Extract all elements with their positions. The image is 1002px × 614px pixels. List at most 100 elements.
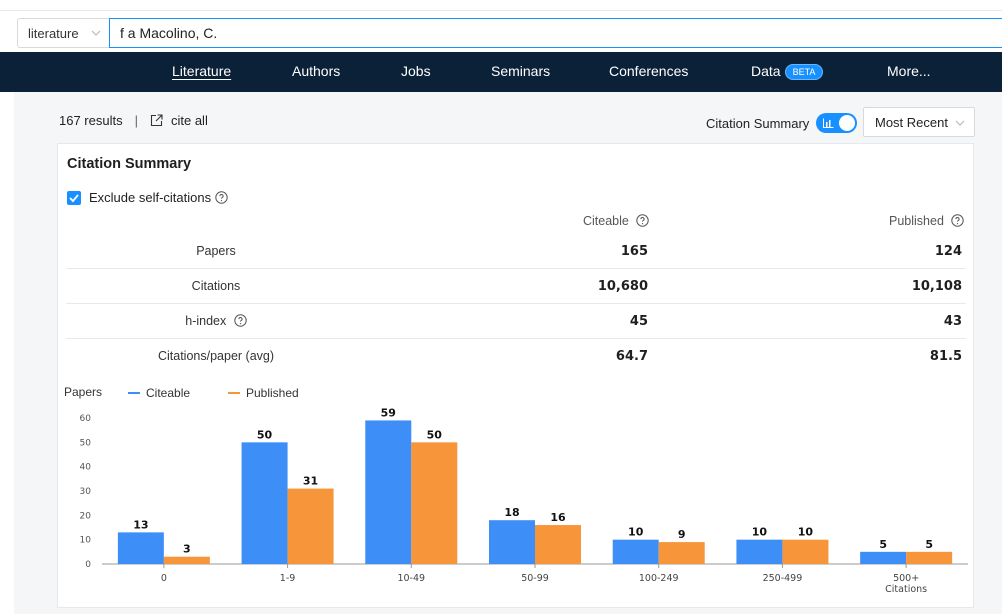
bar-value-label: 10 — [798, 526, 814, 539]
exclude-self-citations-row: Exclude self-citations — [67, 190, 228, 205]
citation-summary-toggle[interactable] — [816, 113, 857, 133]
table-row: Citations 10,680 10,108 — [66, 269, 966, 304]
bar-citeable — [736, 539, 783, 564]
published-value: 81.5 — [929, 349, 962, 364]
h-index-label: h-index — [185, 314, 227, 328]
bar-citeable — [860, 551, 907, 564]
beta-badge: BETA — [784, 64, 824, 80]
help-icon[interactable] — [636, 214, 650, 227]
search-scope-label: literature — [28, 25, 79, 41]
top-strip — [0, 0, 1002, 8]
bar-citeable — [612, 539, 659, 564]
results-separator: | — [134, 113, 138, 128]
bar-citeable — [365, 420, 412, 564]
x-tick-label: 1-9 — [280, 573, 296, 584]
bar-published — [906, 551, 953, 564]
column-header-published-label: Published — [889, 214, 944, 228]
table-row: Citations/paper (avg) 64.7 81.5 — [66, 339, 966, 374]
y-axis-label: Papers — [64, 385, 102, 399]
bar-value-label: 59 — [381, 406, 396, 419]
help-icon[interactable] — [234, 314, 247, 327]
checkmark-icon — [69, 193, 79, 202]
export-icon — [150, 114, 163, 127]
citeable-value: 45 — [629, 314, 648, 329]
citeable-value: 10,680 — [597, 279, 648, 294]
exclude-self-citations-label: Exclude self-citations — [89, 190, 212, 205]
x-tick-label: 0 — [161, 573, 167, 584]
nav-data-label: Data — [751, 63, 781, 79]
nav-data[interactable]: Data BETA — [751, 63, 824, 80]
nav-conferences[interactable]: Conferences — [609, 63, 688, 79]
citeable-value: 64.7 — [615, 349, 648, 364]
nav-literature[interactable]: Literature — [172, 63, 231, 79]
bar-citeable — [489, 520, 535, 564]
bar-published — [163, 556, 210, 564]
x-tick-label: 100-249 — [639, 573, 679, 584]
nav-more[interactable]: More... — [887, 63, 931, 79]
legend-label: Citeable — [146, 386, 190, 400]
chevron-down-icon — [91, 30, 101, 36]
column-header-citeable: Citeable — [583, 214, 650, 228]
bar-value-label: 50 — [427, 428, 443, 441]
x-tick-label: 10-49 — [397, 573, 425, 584]
row-label: Citations — [191, 279, 241, 293]
x-tick-label: 50-99 — [521, 573, 549, 584]
help-icon[interactable] — [215, 191, 228, 204]
published-value: 43 — [943, 314, 962, 329]
citeable-value: 165 — [620, 244, 648, 259]
cite-all-button[interactable]: cite all — [150, 113, 208, 128]
help-icon[interactable] — [951, 214, 965, 227]
results-count: 167 results — [59, 113, 123, 128]
y-tick-label: 20 — [80, 511, 92, 521]
y-tick-label: 40 — [80, 463, 92, 473]
bar-published — [535, 525, 581, 564]
sort-select-value: Most Recent — [875, 114, 948, 130]
bar-value-label: 50 — [257, 428, 273, 441]
chevron-down-icon — [955, 120, 965, 126]
x-tick-label: 250-499 — [763, 573, 803, 584]
nav-authors[interactable]: Authors — [292, 63, 340, 79]
legend-label: Published — [246, 386, 299, 400]
y-tick-label: 50 — [80, 438, 92, 448]
table-row: h-index 45 43 — [66, 304, 966, 339]
bar-value-label: 5 — [879, 538, 887, 551]
bar-value-label: 10 — [752, 526, 768, 539]
left-margin — [0, 92, 14, 614]
nav-jobs[interactable]: Jobs — [401, 63, 431, 79]
bar-value-label: 9 — [678, 528, 686, 541]
bar-value-label: 10 — [628, 526, 644, 539]
search-bar: literature f a Macolino, C. — [0, 10, 1002, 52]
bar-value-label: 5 — [925, 538, 933, 551]
x-tick-label: Citations — [885, 584, 927, 595]
x-tick-label: 500+ — [893, 573, 919, 584]
bar-published — [782, 539, 829, 564]
bar-value-label: 3 — [183, 543, 191, 556]
published-value: 10,108 — [911, 279, 962, 294]
sort-select[interactable]: Most Recent — [863, 107, 975, 137]
bar-chart-icon — [823, 118, 834, 128]
bar-value-label: 18 — [504, 506, 519, 519]
citation-histogram-svg: Papers Citeable Published 0 10 20 30 40 50 60 0 13 3… — [64, 385, 968, 595]
bar-published — [411, 442, 458, 564]
y-tick-label: 60 — [80, 414, 92, 424]
y-tick-label: 30 — [80, 487, 92, 497]
citation-summary-toggle-label: Citation Summary — [706, 116, 810, 131]
table-row: Papers 165 124 — [66, 234, 966, 269]
search-query: f a Macolino, C. — [120, 25, 218, 41]
column-header-citeable-label: Citeable — [583, 214, 629, 228]
published-value: 124 — [934, 244, 962, 259]
cite-all-label: cite all — [170, 113, 208, 128]
row-label-h-index: h-index — [66, 314, 366, 328]
bar-citeable — [117, 532, 164, 564]
bar-published — [658, 542, 705, 564]
nav-seminars[interactable]: Seminars — [491, 63, 550, 79]
row-label: Papers — [196, 244, 236, 258]
bar-value-label: 13 — [133, 518, 148, 531]
exclude-self-citations-checkbox[interactable] — [67, 190, 81, 205]
bar-value-label: 31 — [303, 475, 318, 488]
search-input[interactable]: f a Macolino, C. — [109, 18, 1002, 48]
citation-summary-card: Citation Summary Exclude self-citations … — [57, 143, 974, 608]
column-header-published: Published — [889, 214, 965, 228]
citation-summary-title: Citation Summary — [67, 156, 192, 172]
search-scope-select[interactable]: literature — [17, 18, 109, 48]
